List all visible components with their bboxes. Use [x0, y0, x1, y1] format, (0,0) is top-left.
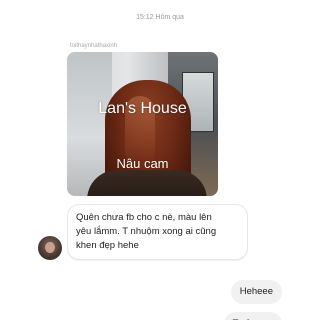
sender-name: toithaynhathaxinh [70, 43, 118, 49]
incoming-message-line: khen đẹp hehe [76, 240, 139, 251]
photo-shoulder [87, 170, 207, 196]
avatar-face [45, 242, 55, 253]
outgoing-message-bubble[interactable]: Heheee [230, 280, 282, 304]
incoming-message-line: yêu lắmm. T nhuộm xong ai cũng [76, 226, 217, 237]
photo-watermark-color: Nâu cam [116, 156, 169, 171]
chat-thread: 15:12 Hôm qua toithaynhathaxinh Lan's Ho… [0, 0, 320, 320]
outgoing-message-bubble[interactable]: T cảm ơn [223, 312, 282, 320]
incoming-message-bubble[interactable]: Quên chưa fb cho c nè, màu lên yêu lắmm.… [67, 204, 248, 260]
incoming-message-line: Quên chưa fb cho c nè, màu lên [76, 212, 212, 223]
photo-message[interactable]: Lan's House Nâu cam [67, 52, 218, 196]
sender-avatar[interactable] [38, 236, 62, 260]
photo-watermark-brand: Lan's House [98, 100, 187, 117]
message-timestamp: 15:12 Hôm qua [136, 14, 184, 21]
